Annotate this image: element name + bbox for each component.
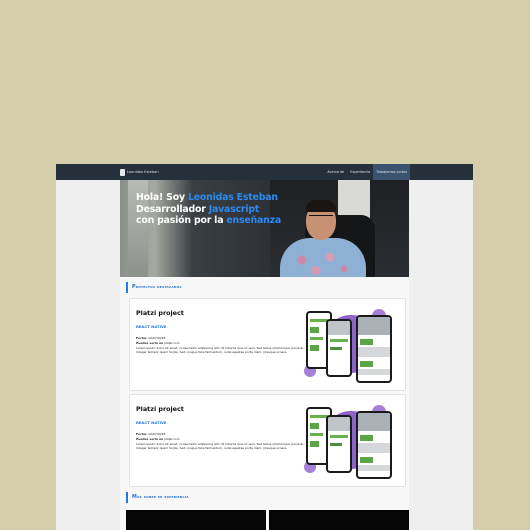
phone-mockup [326,319,352,377]
hero-line1-a: Hola! Soy [136,192,188,203]
hero-line2-a: Desarrollador [136,203,209,215]
project-description: Lorem ipsum dolor sit amet, consectetur … [136,442,305,451]
project-mockup-image [300,307,398,385]
url-label: Puedes verlo en [136,340,164,345]
browser-page: Leonidas Esteban Acerca de Experiencia T… [56,164,473,530]
phone-mockup [326,415,352,473]
experience-tiles [126,510,409,530]
url-label: Puedes verlo en [136,436,164,441]
brand-name: Leonidas Esteban [127,170,159,174]
projects-section-title: Proyectos destacados [126,282,332,293]
project-description: Lorem ipsum dolor sit amet, consectetur … [136,346,305,355]
fecha-label: Fecha: [136,336,148,340]
experience-tile[interactable] [126,510,266,530]
hero-banner: Hola! Soy Leonidas Esteban Desarrollador… [120,180,409,277]
fecha-value: 10/07/2018 [148,336,166,340]
phone-mockup [356,315,392,383]
hero-line1-b: Leonidas Esteban [187,192,278,203]
project-card[interactable]: Platzi project REACT NATIVE Fecha: 10/07… [129,394,406,487]
experience-section-title: Más sobre mi experiencia [126,492,332,503]
hero-title: Hola! Soy Leonidas Esteban Desarrollador… [136,192,286,227]
fecha-label: Fecha: [136,432,148,436]
project-link[interactable]: platzi.com [164,341,180,345]
project-title: Platzi project [136,309,184,317]
project-card[interactable]: Platzi project REACT NATIVE Fecha: 10/07… [129,298,406,391]
brand[interactable]: Leonidas Esteban [120,168,159,176]
hero-person-hair [306,200,336,212]
hero-person-glasses [309,215,333,221]
phone-mockup [356,411,392,479]
hero-person-body [280,238,366,277]
nav-item-acerca[interactable]: Acerca de [324,164,347,180]
project-title: Platzi project [136,405,184,413]
main-content: Hola! Soy Leonidas Esteban Desarrollador… [120,180,409,530]
project-meta: Fecha: 10/07/2018 Puedes verlo en platzi… [136,336,180,345]
project-link[interactable]: platzi.com [164,437,180,441]
hero-line3-a: con pasión por la [136,215,227,227]
nav-item-trabajemos[interactable]: Trabajemos juntos [373,164,410,180]
project-tag: REACT NATIVE [136,420,167,425]
project-meta: Fecha: 10/07/2018 Puedes verlo en platzi… [136,432,180,441]
hero-line2-b: Javascript [208,203,260,215]
hero-line3-b: enseñanza [226,215,282,227]
nav-menu: Acerca de Experiencia Trabajemos juntos [324,164,410,180]
project-mockup-image [300,403,398,481]
project-tag: REACT NATIVE [136,324,167,329]
fecha-value: 10/07/2018 [148,432,166,436]
navbar: Leonidas Esteban Acerca de Experiencia T… [56,164,473,180]
nav-item-experiencia[interactable]: Experiencia [347,164,373,180]
experience-tile[interactable] [269,510,409,530]
logo-icon [120,168,125,176]
